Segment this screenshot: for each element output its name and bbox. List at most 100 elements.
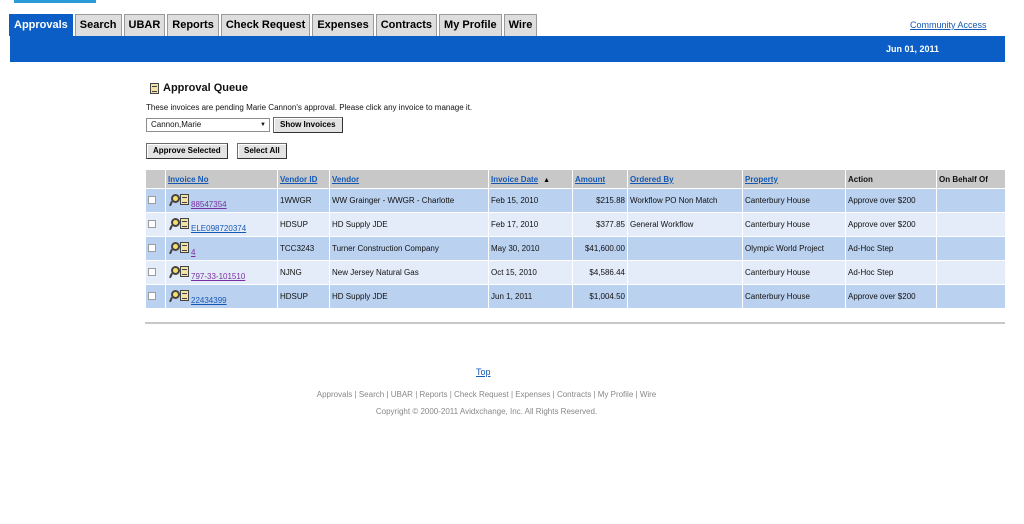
footer-link-ubar[interactable]: UBAR (391, 390, 413, 399)
magnifier-icon[interactable] (168, 217, 180, 230)
property-cell: Canterbury House (742, 188, 846, 213)
amount-cell: $377.85 (572, 212, 628, 237)
invoice-link[interactable]: 797-33-101510 (191, 272, 245, 281)
vendor-id-cell: HDSUP (277, 212, 330, 237)
tab-ubar[interactable]: UBAR (123, 14, 166, 36)
document-icon[interactable] (180, 193, 189, 205)
copyright-text: Copyright © 2000-2011 Avidxchange, Inc. … (375, 407, 598, 416)
community-access-link[interactable]: Community Access (910, 20, 987, 30)
show-invoices-button[interactable]: Show Invoices (273, 117, 343, 133)
column-header-invoice-date-label[interactable]: Invoice Date (491, 175, 538, 184)
table-row[interactable]: 797-33-101510 NJNG New Jersey Natural Gas O… (145, 260, 1006, 285)
tab-contracts[interactable]: Contracts (375, 14, 438, 36)
column-header-property[interactable]: Property (742, 169, 846, 189)
column-header-action: Action (845, 169, 937, 189)
row-checkbox[interactable] (148, 243, 156, 252)
magnifier-icon[interactable] (168, 289, 180, 302)
footer-link-approvals[interactable]: Approvals (317, 390, 353, 399)
table-row[interactable]: 4 TCC3243 Turner Construction Company May 3… (145, 236, 1006, 261)
invoice-table: Invoice No Vendor ID Vendor Invoice Date… (145, 169, 1006, 309)
ordered-by-cell (627, 260, 743, 285)
footer-link-expenses[interactable]: Expenses (515, 390, 550, 399)
document-icon[interactable] (180, 265, 189, 277)
magnifier-icon[interactable] (168, 193, 180, 206)
property-cell: Olympic World Project (742, 236, 846, 261)
action-cell: Approve over $200 (845, 284, 937, 309)
row-checkbox-cell (145, 188, 166, 213)
checkbox-column-header (145, 169, 166, 189)
property-cell: Canterbury House (742, 260, 846, 285)
vendor-id-cell: TCC3243 (277, 236, 330, 261)
footer-link-reports[interactable]: Reports (420, 390, 448, 399)
ordered-by-cell: Workflow PO Non Match (627, 188, 743, 213)
property-cell: Canterbury House (742, 284, 846, 309)
header-bar (10, 36, 1005, 62)
table-row[interactable]: 88547354 1WWGR WW Grainger - WWGR - Charlo… (145, 188, 1006, 213)
footer-link-search[interactable]: Search (359, 390, 384, 399)
invoice-date-cell: May 30, 2010 (488, 236, 573, 261)
column-header-ordered-by[interactable]: Ordered By (627, 169, 743, 189)
ordered-by-cell (627, 236, 743, 261)
on-behalf-of-cell (936, 284, 1006, 309)
footer-link-my-profile[interactable]: My Profile (598, 390, 634, 399)
invoice-link[interactable]: 88547354 (191, 200, 227, 209)
column-header-vendor-id[interactable]: Vendor ID (277, 169, 330, 189)
tab-approvals[interactable]: Approvals (9, 14, 73, 36)
row-checkbox-cell (145, 260, 166, 285)
vendor-id-cell: NJNG (277, 260, 330, 285)
tab-check-request[interactable]: Check Request (220, 14, 311, 36)
document-icon[interactable] (180, 241, 189, 253)
chevron-down-icon[interactable]: ▼ (260, 119, 266, 131)
approval-queue-title: Approval Queue (150, 82, 248, 94)
page-title: Approval Queue (163, 82, 248, 94)
main-nav-tabs: Approvals Search UBAR Reports Check Request E… (9, 14, 539, 36)
ordered-by-cell (627, 284, 743, 309)
invoice-link[interactable]: 22434399 (191, 296, 227, 305)
row-checkbox[interactable] (148, 195, 156, 204)
table-row[interactable]: ELE098720374 HDSUP HD Supply JDE Feb 17, 20… (145, 212, 1006, 237)
row-checkbox[interactable] (148, 291, 156, 300)
magnifier-icon[interactable] (168, 265, 180, 278)
tab-search[interactable]: Search (74, 14, 122, 36)
row-checkbox[interactable] (148, 267, 156, 276)
magnifier-icon[interactable] (168, 241, 180, 254)
invoice-no-cell: 88547354 (165, 188, 278, 213)
amount-cell: $1,004.50 (572, 284, 628, 309)
tab-my-profile[interactable]: My Profile (439, 14, 502, 36)
invoice-link[interactable]: 4 (191, 248, 195, 257)
invoice-no-cell: ELE098720374 (165, 212, 278, 237)
table-row[interactable]: 22434399 HDSUP HD Supply JDE Jun 1, 2011 $1,… (145, 284, 1006, 309)
document-icon[interactable] (180, 217, 189, 229)
footer-link-wire[interactable]: Wire (640, 390, 656, 399)
vendor-cell: HD Supply JDE (329, 212, 489, 237)
column-header-amount[interactable]: Amount (572, 169, 628, 189)
approve-selected-button[interactable]: Approve Selected (146, 143, 228, 159)
vendor-id-cell: 1WWGR (277, 188, 330, 213)
column-header-invoice-no[interactable]: Invoice No (165, 169, 278, 189)
action-cell: Approve over $200 (845, 188, 937, 213)
top-link[interactable]: Top (476, 367, 491, 377)
column-header-invoice-date[interactable]: Invoice Date ▲ (488, 169, 573, 189)
row-checkbox-cell (145, 236, 166, 261)
select-all-button[interactable]: Select All (237, 143, 287, 159)
action-cell: Ad-Hoc Step (845, 260, 937, 285)
footer-link-contracts[interactable]: Contracts (557, 390, 591, 399)
current-date: Jun 01, 2011 (886, 44, 940, 54)
footer-link-check-request[interactable]: Check Request (454, 390, 509, 399)
invoice-no-cell: 4 (165, 236, 278, 261)
tab-wire[interactable]: Wire (503, 14, 538, 36)
tab-reports[interactable]: Reports (167, 14, 219, 36)
vendor-cell: HD Supply JDE (329, 284, 489, 309)
column-header-vendor[interactable]: Vendor (329, 169, 489, 189)
row-checkbox[interactable] (148, 219, 156, 228)
vendor-cell: New Jersey Natural Gas (329, 260, 489, 285)
amount-cell: $41,600.00 (572, 236, 628, 261)
invoice-link[interactable]: ELE098720374 (191, 224, 246, 233)
invoice-date-cell: Oct 15, 2010 (488, 260, 573, 285)
amount-cell: $4,586.44 (572, 260, 628, 285)
on-behalf-of-cell (936, 236, 1006, 261)
approver-select[interactable]: Cannon,Marie ▼ (146, 118, 270, 132)
document-icon[interactable] (180, 289, 189, 301)
tab-expenses[interactable]: Expenses (312, 14, 374, 36)
row-checkbox-cell (145, 284, 166, 309)
